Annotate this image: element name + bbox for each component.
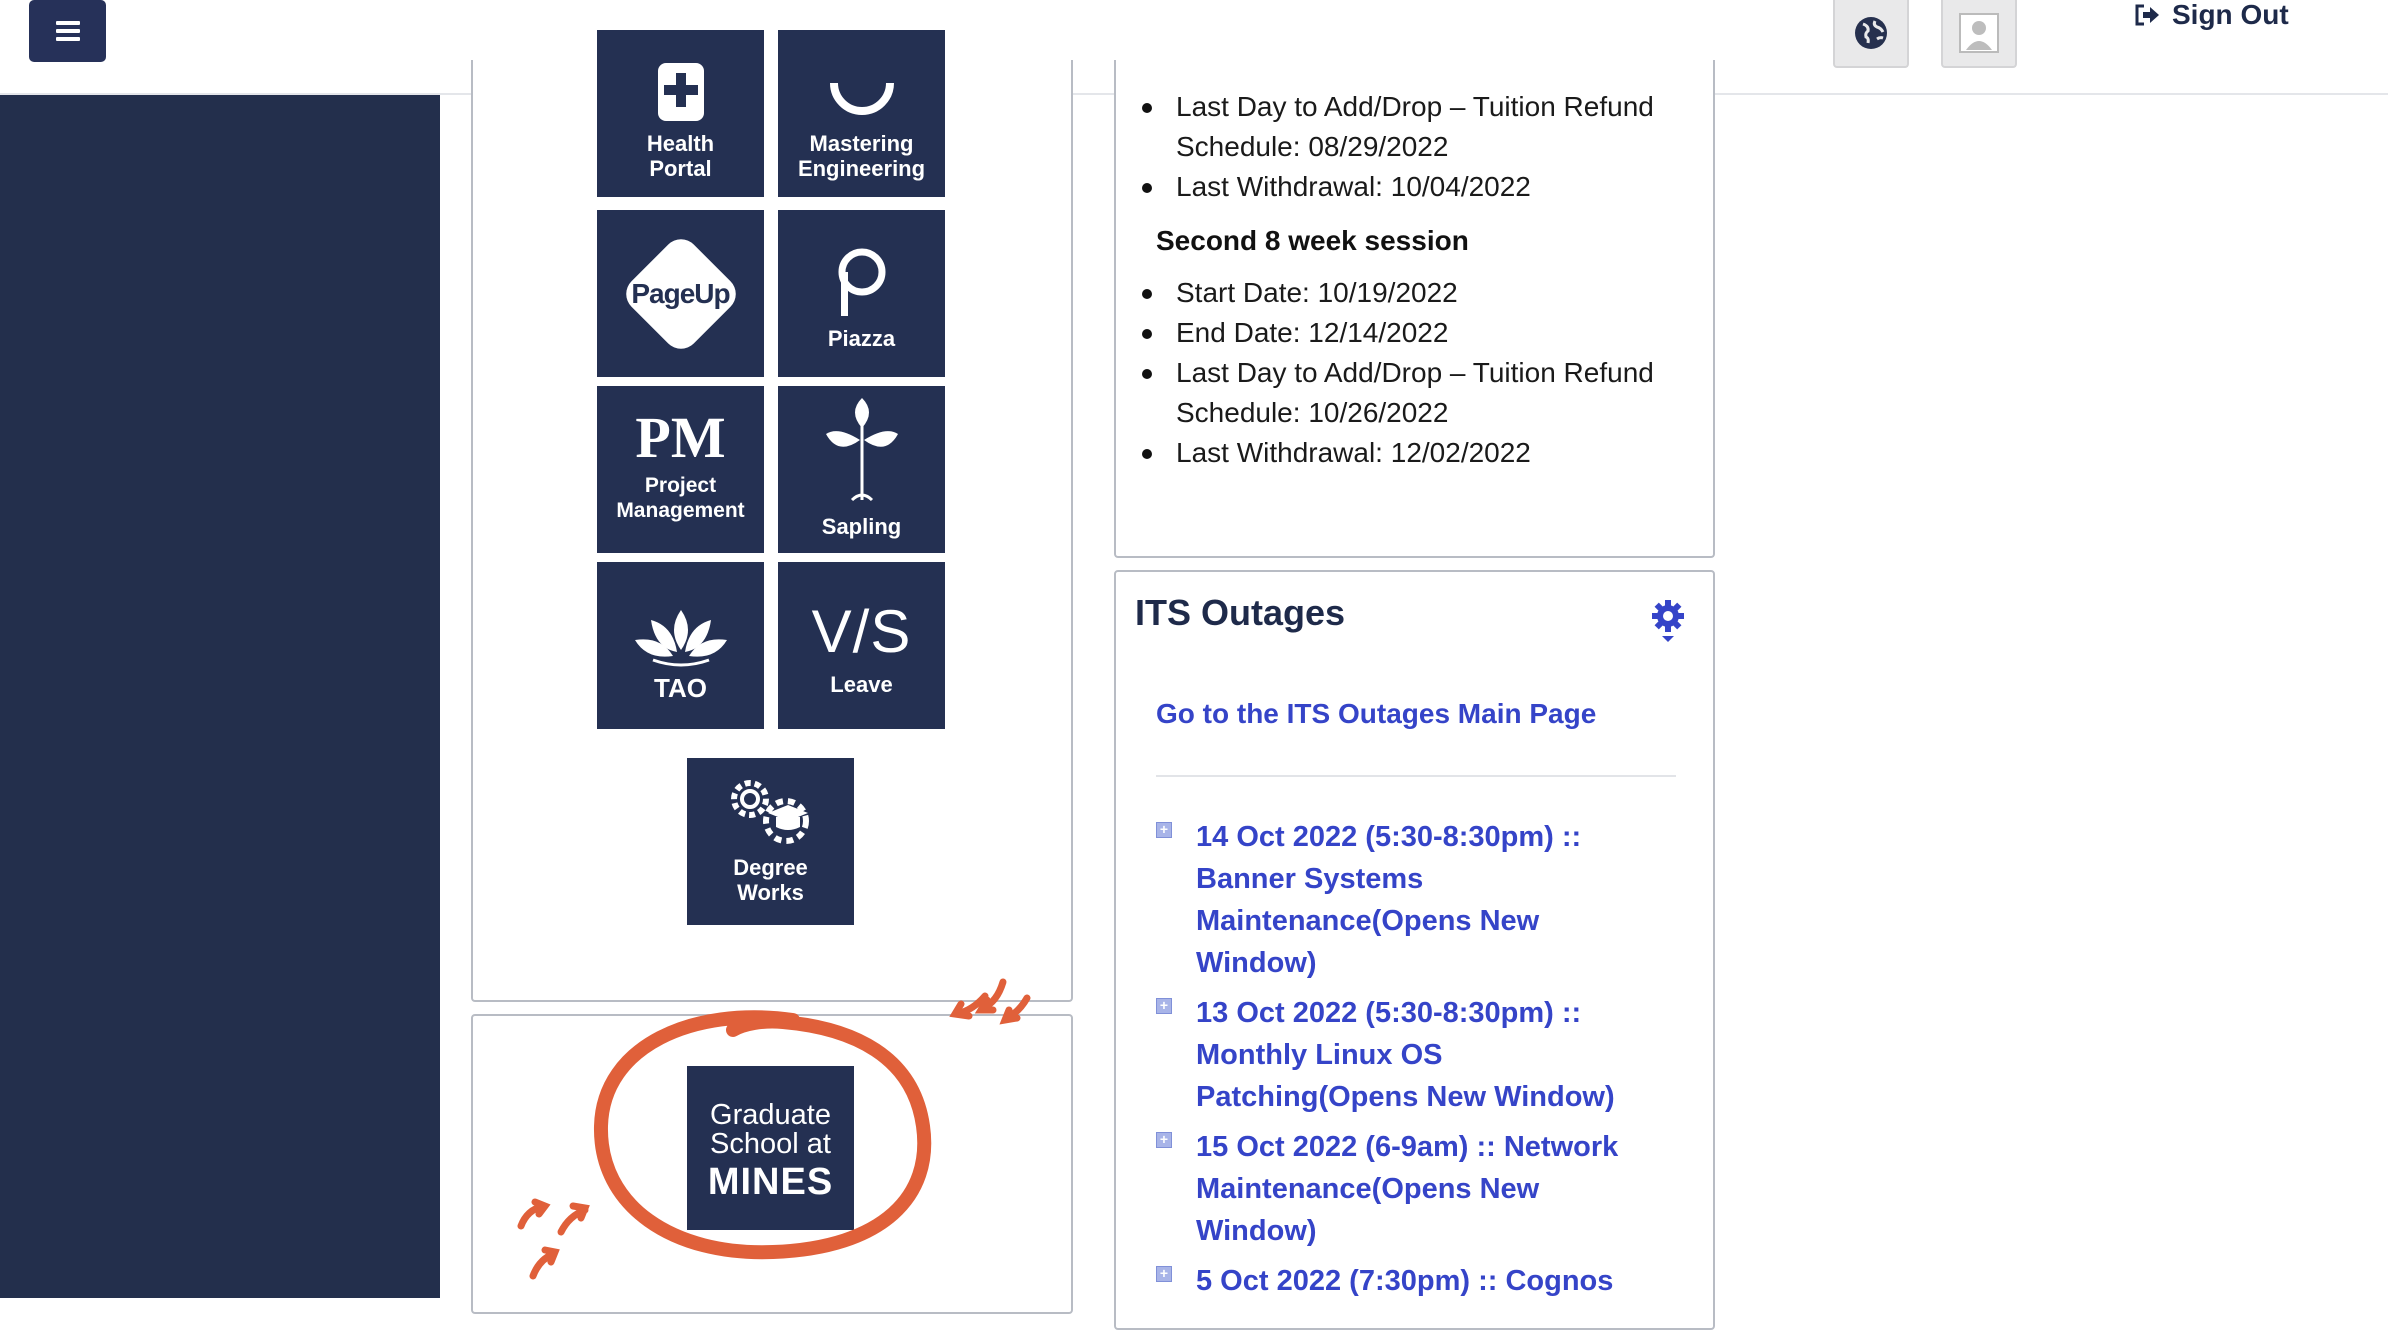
sign-out-label: Sign Out xyxy=(2172,0,2289,30)
expand-plus-icon[interactable]: + xyxy=(1156,822,1172,838)
tile-sapling[interactable]: Sapling xyxy=(778,386,945,553)
degree-works-gears-icon xyxy=(730,780,809,844)
its-outages-panel: ITS Outages Go to the ITS Outages Main P… xyxy=(1114,570,1715,1330)
tile-label: Health xyxy=(646,131,715,156)
list-item: Last Withdrawal: 12/02/2022 xyxy=(1126,433,1666,473)
user-avatar-button[interactable] xyxy=(1941,0,2017,68)
list-item: Last Withdrawal: 10/04/2022 xyxy=(1126,167,1666,207)
tile-vs-leave[interactable]: V/S Leave xyxy=(778,562,945,729)
outage-link[interactable]: 14 Oct 2022 (5:30-8:30pm) :: Banner Syst… xyxy=(1196,821,1581,979)
sign-out-icon xyxy=(2135,4,2159,26)
pageup-logo: PageUp xyxy=(618,231,744,357)
outage-item[interactable]: + 13 Oct 2022 (5:30-8:30pm) :: Monthly L… xyxy=(1156,992,1666,1118)
tile-label: Degree xyxy=(733,855,808,880)
tile-project-management[interactable]: PM Project Management xyxy=(597,386,764,553)
apps-panel: Health Portal Mastering Engineering Page… xyxy=(471,30,1073,1002)
expand-plus-icon[interactable]: + xyxy=(1156,1132,1172,1148)
tile-degree-works[interactable]: Degree Works xyxy=(687,758,854,925)
second-session-list: Start Date: 10/19/2022 End Date: 12/14/2… xyxy=(1126,273,1666,473)
outage-link[interactable]: 13 Oct 2022 (5:30-8:30pm) :: Monthly Lin… xyxy=(1196,997,1615,1113)
divider xyxy=(1156,775,1676,777)
first-session-list: Last Day to Add/Drop – Tuition Refund Sc… xyxy=(1126,87,1666,207)
tile-mastering-engineering[interactable]: Mastering Engineering xyxy=(778,30,945,197)
outages-title: ITS Outages xyxy=(1135,592,1346,633)
tile-label: Mastering xyxy=(809,131,914,156)
tile-pageup[interactable]: PageUp xyxy=(597,210,764,377)
tile-label: Works xyxy=(737,880,804,905)
tile-piazza[interactable]: Piazza xyxy=(778,210,945,377)
list-item: End Date: 12/14/2022 xyxy=(1126,313,1666,353)
mastering-refresh-icon xyxy=(829,83,894,115)
user-avatar-icon xyxy=(1959,13,1999,53)
tile-label: Piazza xyxy=(827,326,896,351)
list-item: Start Date: 10/19/2022 xyxy=(1126,273,1666,313)
sign-out-link[interactable]: Sign Out xyxy=(2134,0,2289,30)
tile-label: Leave xyxy=(830,672,893,697)
hamburger-icon xyxy=(55,21,80,41)
sapling-sprout-icon xyxy=(825,398,898,502)
health-plus-icon xyxy=(657,63,704,121)
expand-plus-icon[interactable]: + xyxy=(1156,1266,1172,1282)
expand-plus-icon[interactable]: + xyxy=(1156,998,1172,1014)
tile-label: Engineering xyxy=(797,156,926,181)
tile-tao[interactable]: TAO xyxy=(597,562,764,729)
menu-button[interactable] xyxy=(29,0,106,62)
outage-link[interactable]: 15 Oct 2022 (6-9am) :: Network Maintenan… xyxy=(1196,1131,1618,1247)
tile-label: Management xyxy=(616,499,745,522)
graduate-school-panel: Graduate School at MINES xyxy=(471,978,1073,1314)
academic-calendar-panel: Last Day to Add/Drop – Tuition Refund Sc… xyxy=(1114,60,1715,558)
tile-label: Portal xyxy=(649,156,712,181)
tile-health-portal[interactable]: Health Portal xyxy=(597,30,764,197)
lotus-icon xyxy=(634,610,727,667)
tile-label: TAO xyxy=(654,673,707,703)
outage-item[interactable]: + 14 Oct 2022 (5:30-8:30pm) :: Banner Sy… xyxy=(1156,816,1666,984)
piazza-p-icon xyxy=(838,248,885,316)
vs-logo: V/S xyxy=(811,598,912,665)
globe-icon xyxy=(1855,17,1887,49)
list-item: Last Day to Add/Drop – Tuition Refund Sc… xyxy=(1126,87,1666,167)
outage-item[interactable]: + 15 Oct 2022 (6-9am) :: Network Mainten… xyxy=(1156,1126,1666,1252)
annotation-arrows-bottom-left xyxy=(517,1198,590,1280)
outage-item[interactable]: + 5 Oct 2022 (7:30pm) :: Cognos xyxy=(1156,1260,1666,1302)
tile-label: Project xyxy=(644,474,717,497)
language-button[interactable] xyxy=(1833,0,1909,68)
annotation-arrows-top-right xyxy=(949,978,1031,1025)
list-item: Last Day to Add/Drop – Tuition Refund Sc… xyxy=(1126,353,1666,433)
pageup-logo-text: PageUp xyxy=(631,277,730,309)
gear-icon[interactable] xyxy=(1650,600,1686,644)
outage-link[interactable]: 5 Oct 2022 (7:30pm) :: Cognos xyxy=(1196,1265,1613,1297)
left-sidebar xyxy=(0,95,440,1298)
second-session-heading: Second 8 week session xyxy=(1156,225,1469,256)
outages-main-page-link[interactable]: Go to the ITS Outages Main Page xyxy=(1156,698,1596,730)
tile-label: Sapling xyxy=(821,514,902,539)
pm-logo: PM xyxy=(635,405,726,470)
